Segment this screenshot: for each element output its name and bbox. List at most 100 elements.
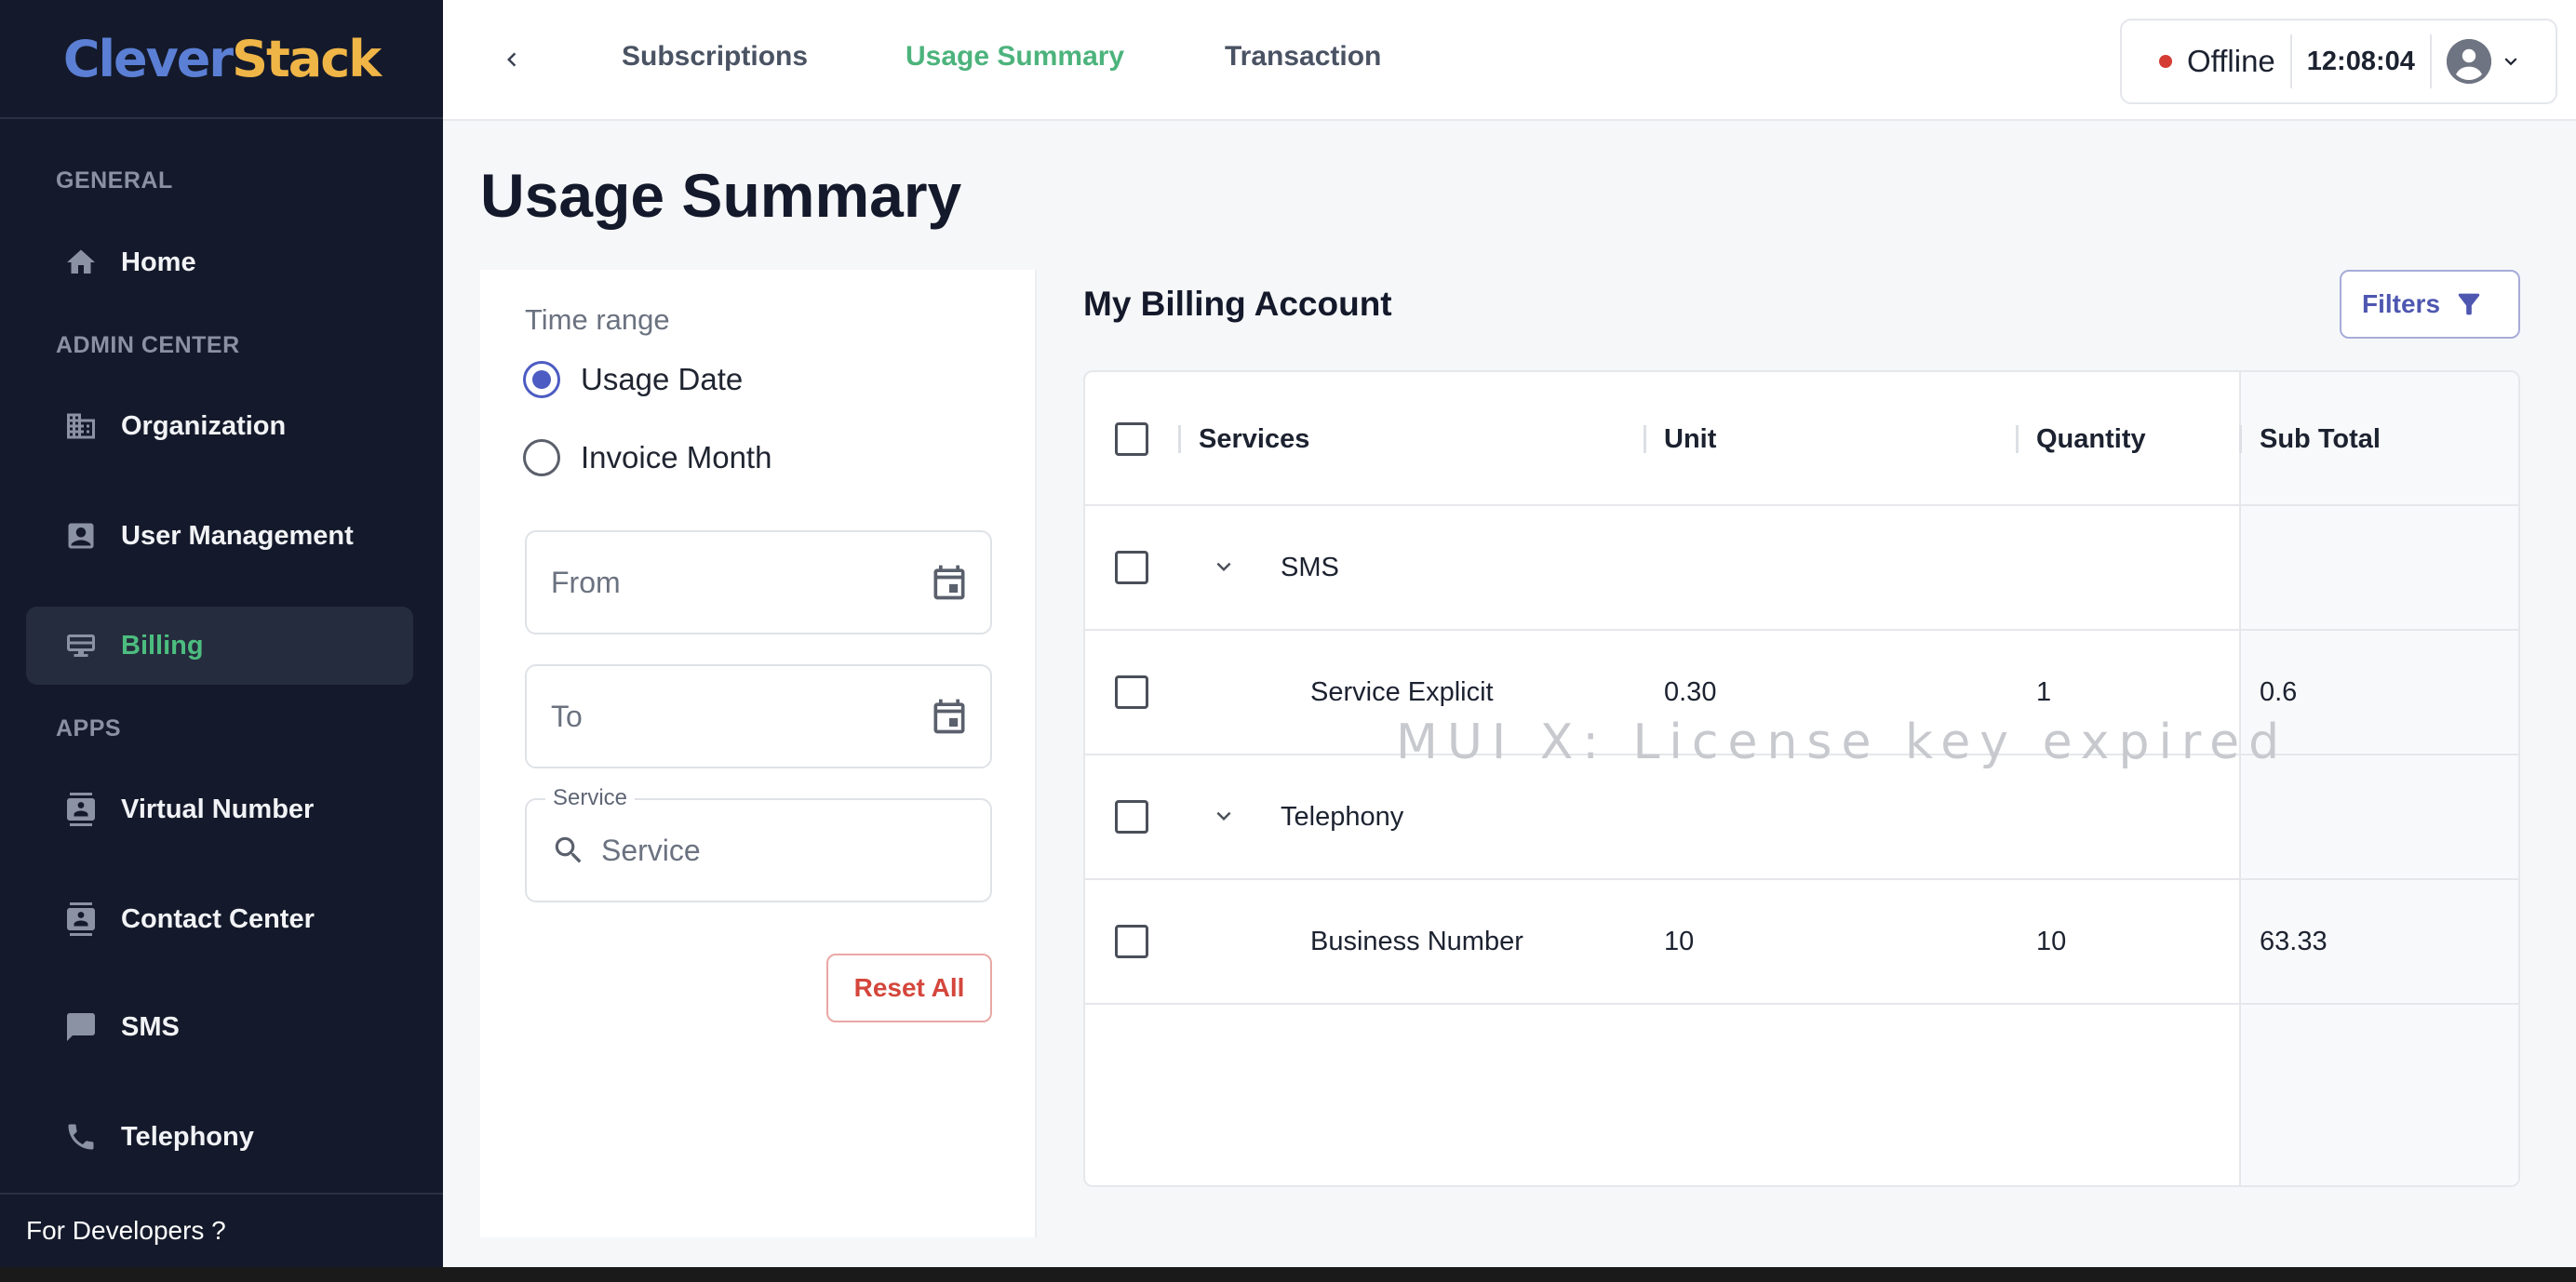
column-separator (1644, 425, 1646, 453)
divider (2429, 34, 2432, 88)
chat-icon (63, 1009, 99, 1045)
avatar[interactable] (2446, 39, 2491, 84)
radio-checked-icon (523, 361, 560, 398)
reset-all-button[interactable]: Reset All (826, 954, 992, 1022)
phone-icon (63, 1119, 99, 1155)
clock-display: 12:08:04 (2306, 46, 2415, 76)
column-separator (2016, 425, 2019, 453)
filters-button[interactable]: Filters (2340, 270, 2520, 339)
building-icon (63, 408, 99, 444)
bottom-strip (0, 1267, 2576, 1282)
table-row[interactable]: Telephony (1085, 755, 2518, 880)
calendar-icon[interactable] (929, 696, 970, 737)
billing-data-grid: Services Unit Quantity Sub Total SMS Ser… (1083, 370, 2520, 1187)
quantity-cell: 1 (2036, 677, 2052, 707)
service-search-field[interactable]: Service Service (525, 785, 992, 902)
tab-usage-summary[interactable]: Usage Summary (906, 41, 1124, 73)
row-checkbox[interactable] (1115, 800, 1148, 834)
tab-transaction[interactable]: Transaction (1225, 41, 1381, 73)
section-apps-label: APPS (56, 715, 122, 741)
page-title: Usage Summary (480, 161, 962, 230)
column-header-subtotal[interactable]: Sub Total (2260, 424, 2381, 455)
subtotal-cell: 0.6 (2260, 677, 2298, 707)
sidebar-item-user-management[interactable]: User Management (26, 497, 413, 575)
from-date-field[interactable]: From (525, 530, 992, 634)
column-header-quantity[interactable]: Quantity (2036, 424, 2146, 455)
column-separator (2239, 425, 2242, 453)
section-admin-label: ADMIN CENTER (56, 332, 240, 358)
filter-funnel-icon (2453, 288, 2485, 320)
radio-usage-date[interactable]: Usage Date (523, 361, 743, 398)
sidebar-item-organization[interactable]: Organization (26, 387, 413, 465)
sidebar-item-telephony[interactable]: Telephony (26, 1098, 413, 1176)
billing-account-title: My Billing Account (1083, 285, 1392, 323)
group-label: SMS (1281, 553, 1339, 582)
table-row[interactable]: Business Number 10 10 63.33 (1085, 880, 2518, 1005)
row-checkbox[interactable] (1115, 551, 1148, 584)
top-bar: Subscriptions Usage Summary Transaction … (443, 0, 2576, 121)
billing-icon (63, 628, 99, 663)
status-label[interactable]: Offline (2187, 44, 2275, 79)
row-checkbox[interactable] (1115, 675, 1148, 709)
chevron-down-icon[interactable] (1210, 802, 1238, 830)
status-dot-icon (2159, 55, 2172, 68)
calendar-icon[interactable] (929, 562, 970, 603)
time-range-label: Time range (525, 303, 670, 336)
filter-panel: Time range Usage Date Invoice Month From… (480, 270, 1037, 1237)
table-header-row: Services Unit Quantity Sub Total (1085, 372, 2518, 506)
from-placeholder: From (551, 565, 621, 599)
service-placeholder: Service (601, 833, 701, 867)
column-header-unit[interactable]: Unit (1664, 424, 1716, 455)
contact-icon (63, 792, 99, 827)
to-placeholder: To (551, 699, 583, 733)
sidebar-item-virtual-number[interactable]: Virtual Number (26, 770, 413, 848)
select-all-checkbox[interactable] (1115, 422, 1148, 456)
column-header-services[interactable]: Services (1199, 424, 1309, 455)
search-icon (551, 833, 586, 868)
for-developers-label: For Developers ? (26, 1216, 226, 1245)
group-label: Telephony (1281, 802, 1404, 832)
status-widget: Offline 12:08:04 (2120, 19, 2557, 104)
sidebar-item-label: User Management (121, 520, 354, 551)
divider (2289, 34, 2292, 88)
row-checkbox[interactable] (1115, 925, 1148, 958)
quantity-cell: 10 (2036, 927, 2067, 956)
brand-logo[interactable]: Clever Stack (0, 0, 443, 119)
app-window: Clever Stack GENERAL Home ADMIN CENTER Or… (0, 0, 2576, 1267)
for-developers-link[interactable]: For Developers ? (0, 1193, 443, 1267)
user-card-icon (63, 518, 99, 554)
filters-label: Filters (2361, 289, 2441, 318)
chevron-down-icon[interactable] (2499, 49, 2523, 73)
contact-icon (63, 901, 99, 937)
sidebar-item-label: Organization (121, 410, 287, 441)
sidebar-item-label: Contact Center (121, 903, 315, 934)
table-row[interactable]: SMS (1085, 506, 2518, 631)
sidebar-item-label: Virtual Number (121, 794, 315, 824)
sidebar-item-label: Home (121, 247, 196, 277)
subtotal-cell: 63.33 (2260, 927, 2328, 956)
sidebar-item-label: SMS (121, 1011, 180, 1042)
unit-cell: 10 (1664, 927, 1695, 956)
logo-text-stack: Stack (232, 29, 382, 88)
sidebar-item-home[interactable]: Home (26, 223, 413, 301)
service-cell: Business Number (1310, 927, 1523, 956)
sidebar-item-billing[interactable]: Billing (26, 607, 413, 685)
radio-unchecked-icon (523, 439, 560, 476)
sidebar-item-sms[interactable]: SMS (26, 988, 413, 1066)
unit-cell: 0.30 (1664, 677, 1717, 707)
sidebar-item-label: Telephony (121, 1121, 254, 1152)
chevron-left-icon (498, 46, 526, 78)
section-general-label: GENERAL (56, 167, 173, 194)
tab-subscriptions[interactable]: Subscriptions (622, 41, 808, 73)
sidebar-item-label: Billing (121, 630, 204, 661)
to-date-field[interactable]: To (525, 664, 992, 768)
radio-label: Invoice Month (581, 440, 772, 474)
chevron-down-icon[interactable] (1210, 553, 1238, 581)
logo-text-clever: Clever (62, 29, 234, 88)
column-separator (1178, 425, 1181, 453)
sidebar-item-contact-center[interactable]: Contact Center (26, 880, 413, 958)
radio-invoice-month[interactable]: Invoice Month (523, 439, 771, 476)
sidebar: Clever Stack GENERAL Home ADMIN CENTER Or… (0, 0, 443, 1267)
back-button[interactable] (491, 41, 532, 82)
service-cell: Service Explicit (1310, 677, 1494, 707)
